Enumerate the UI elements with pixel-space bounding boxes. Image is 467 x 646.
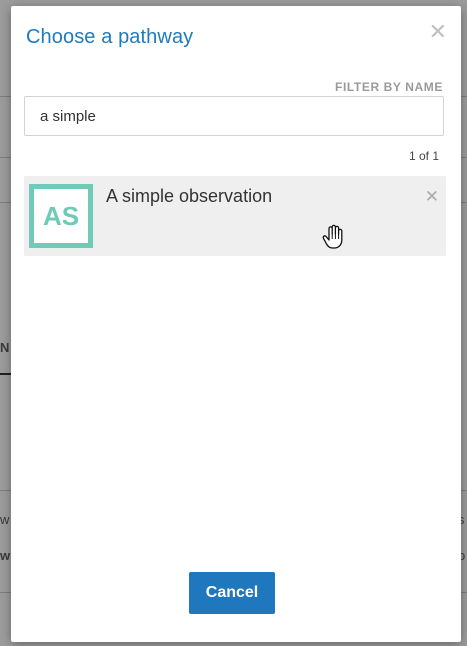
cancel-button[interactable]: Cancel <box>189 572 275 614</box>
filter-label: FILTER BY NAME <box>335 80 443 94</box>
close-icon[interactable]: ✕ <box>429 22 447 44</box>
hand-cursor-icon <box>322 224 343 249</box>
pathway-list-item[interactable]: AS A simple observation ✕ <box>24 176 446 256</box>
pathway-name[interactable]: A simple observation <box>106 186 272 207</box>
dialog-title: Choose a pathway <box>26 26 194 48</box>
close-icon[interactable]: ✕ <box>425 189 439 206</box>
background-tab-fragment: N <box>0 340 10 355</box>
background-row-fragment: w <box>0 512 10 527</box>
pathway-badge: AS <box>29 184 93 248</box>
choose-pathway-dialog: Choose a pathway ✕ FILTER BY NAME 1 of 1… <box>11 6 461 642</box>
filter-input[interactable] <box>24 96 444 136</box>
background-row-fragment: w <box>0 548 11 563</box>
result-count: 1 of 1 <box>408 149 439 163</box>
